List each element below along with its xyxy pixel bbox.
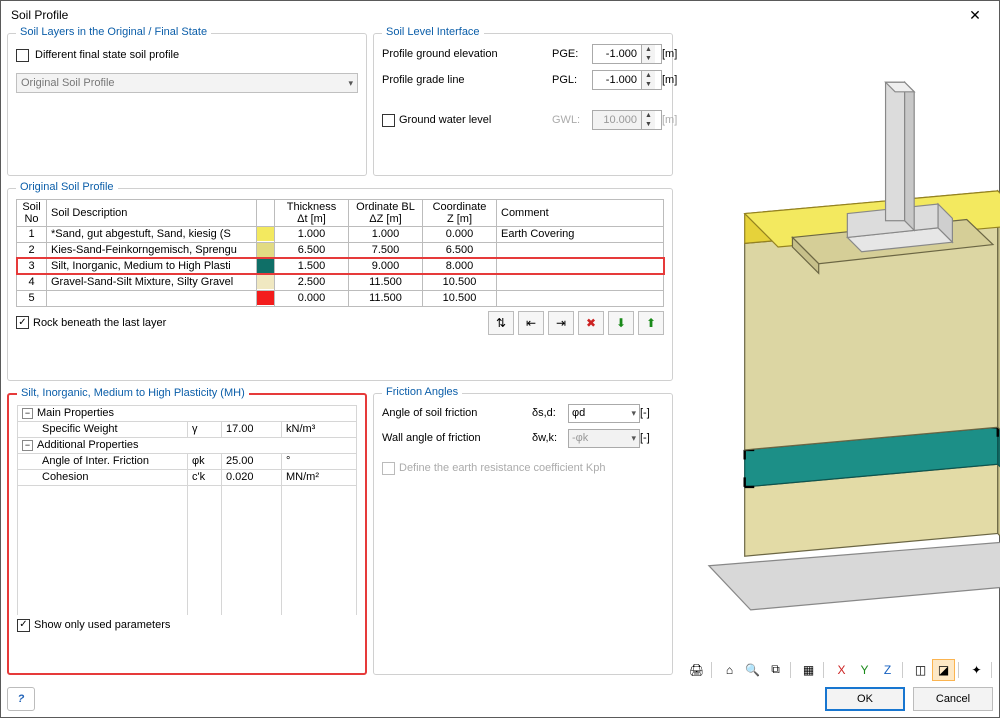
prop-row: Cohesion c'k 0.020 MN/m²	[18, 469, 357, 485]
pgl-input[interactable]: ▲▼	[592, 70, 662, 90]
pgl-label: Profile grade line	[382, 74, 552, 86]
properties-table[interactable]: −Main Properties Specific Weight γ 17.00…	[17, 405, 357, 615]
table-row[interactable]: 2Kies-Sand-Feinkorngemisch, Sprengu6.500…	[17, 242, 664, 258]
chevron-down-icon: ▾	[631, 408, 636, 419]
view-y-icon[interactable]: Y	[853, 659, 876, 681]
tool-export-icon[interactable]: ⬆	[638, 311, 664, 335]
pge-label: Profile ground elevation	[382, 48, 552, 60]
chevron-down-icon: ▾	[631, 433, 636, 444]
pgl-code: PGL:	[552, 74, 592, 86]
different-final-state-checkbox[interactable]	[16, 49, 29, 62]
iso-icon[interactable]: ◫	[909, 659, 932, 681]
pge-input[interactable]: ▲▼	[592, 44, 662, 64]
gwl-input: ▲▼	[592, 110, 662, 130]
profile-select[interactable]: Original Soil Profile ▾	[16, 73, 358, 93]
collapse-icon[interactable]: −	[22, 408, 33, 419]
3d-preview[interactable]	[685, 33, 1000, 657]
help-button[interactable]: ?	[7, 687, 35, 711]
level-legend: Soil Level Interface	[382, 26, 484, 38]
prop-row: Angle of Inter. Friction φk 25.00 °	[18, 453, 357, 469]
gwl-label: Ground water level	[399, 114, 491, 126]
collapse-icon[interactable]: −	[22, 440, 33, 451]
rock-label: Rock beneath the last layer	[33, 317, 166, 329]
wall-friction-select[interactable]: -φk▾	[568, 429, 640, 448]
gwl-code: GWL:	[552, 114, 592, 126]
window-title: Soil Profile	[11, 8, 955, 22]
gwl-checkbox[interactable]	[382, 114, 395, 127]
different-final-state-label: Different final state soil profile	[35, 49, 179, 61]
soil-friction-select[interactable]: φd▾	[568, 404, 640, 423]
chevron-down-icon: ▾	[348, 78, 353, 89]
table-row[interactable]: 4Gravel-Sand-Silt Mixture, Silty Gravel2…	[17, 274, 664, 290]
prop-row: Specific Weight γ 17.00 kN/m³	[18, 421, 357, 437]
view-x-icon[interactable]: X	[830, 659, 853, 681]
kph-checkbox	[382, 462, 395, 475]
table-row[interactable]: 50.00011.50010.500	[17, 290, 664, 306]
soil-friction-label: Angle of soil friction	[382, 407, 532, 419]
show-only-label: Show only used parameters	[34, 619, 170, 631]
layers-legend: Soil Layers in the Original / Final Stat…	[16, 26, 211, 38]
tool-delete-icon[interactable]: ✖	[578, 311, 604, 335]
tool-import-icon[interactable]: ⬇	[608, 311, 634, 335]
tool-insert-before-icon[interactable]: ⇤	[518, 311, 544, 335]
pge-code: PGE:	[552, 48, 592, 60]
table-row[interactable]: 1*Sand, gut abgestuft, Sand, kiesig (S1.…	[17, 226, 664, 242]
view-z-icon[interactable]: Z	[876, 659, 899, 681]
profile-legend: Original Soil Profile	[16, 181, 118, 193]
tool-edit-layer-icon[interactable]: ⇅	[488, 311, 514, 335]
tool-insert-after-icon[interactable]: ⇥	[548, 311, 574, 335]
close-button[interactable]: ✕	[955, 2, 995, 28]
rock-checkbox[interactable]: ✓	[16, 316, 29, 329]
props-legend: Silt, Inorganic, Medium to High Plastici…	[17, 387, 249, 399]
axis-icon[interactable]: ✦	[965, 659, 988, 681]
table-row[interactable]: 3Silt, Inorganic, Medium to High Plasti1…	[17, 258, 664, 274]
kph-label: Define the earth resistance coefficient …	[399, 462, 605, 474]
grid-icon[interactable]: ▦	[797, 659, 820, 681]
iso2-icon[interactable]: ◪	[932, 659, 955, 681]
ok-button[interactable]: OK	[825, 687, 905, 711]
wall-friction-label: Wall angle of friction	[382, 432, 532, 444]
show-only-checkbox[interactable]: ✓	[17, 619, 30, 632]
zoom-icon[interactable]: 🔍	[741, 659, 764, 681]
home-icon[interactable]: ⌂	[718, 659, 741, 681]
soil-profile-table[interactable]: Soil No Soil Description Thickness Δt [m…	[16, 199, 664, 307]
friction-legend: Friction Angles	[382, 386, 462, 398]
zoom-window-icon[interactable]: ⧉	[764, 659, 787, 681]
print-icon[interactable]: 🖨	[685, 659, 708, 681]
cancel-button[interactable]: Cancel	[913, 687, 993, 711]
